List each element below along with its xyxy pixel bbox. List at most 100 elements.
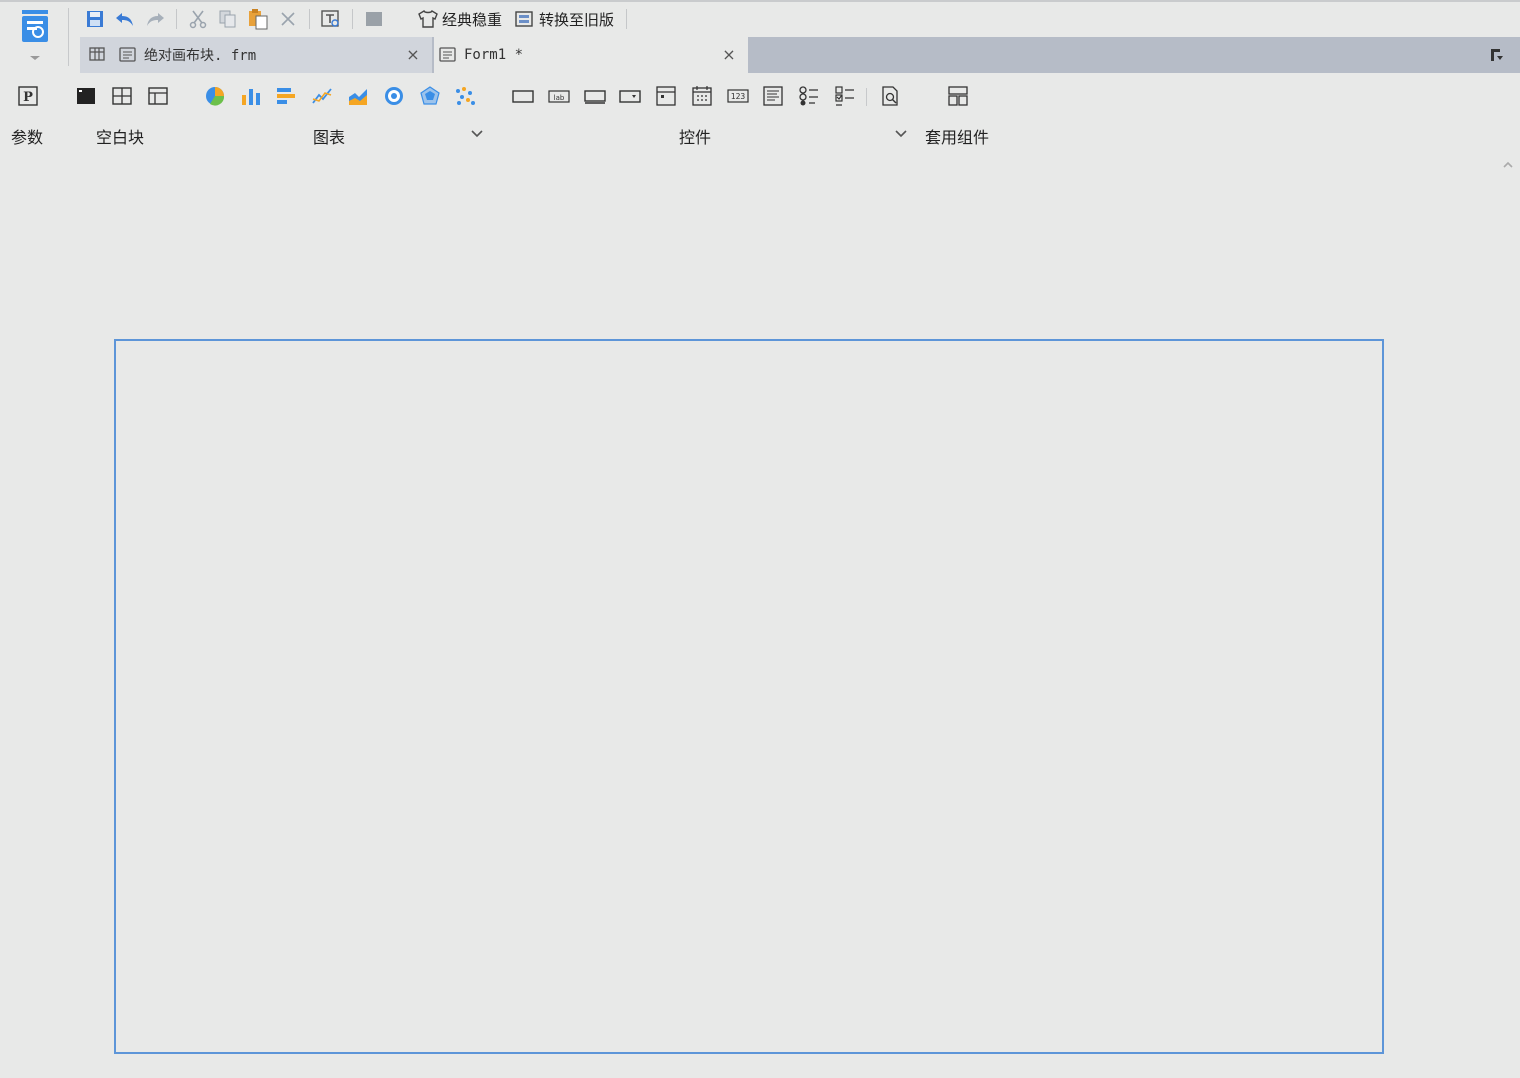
text-search-icon	[321, 10, 339, 27]
svg-text:lab: lab	[554, 94, 565, 102]
close-tab-button[interactable]: ×	[404, 45, 422, 64]
tab-list-icon	[1491, 49, 1503, 61]
radio-group-widget-button[interactable]	[797, 84, 821, 108]
checkbox-group-icon	[835, 86, 854, 106]
grid-add-icon	[88, 46, 108, 64]
tab-list-button[interactable]	[1488, 46, 1506, 68]
form-file-icon	[438, 46, 458, 64]
label-icon: lab	[548, 90, 570, 103]
textarea-widget-button[interactable]	[761, 84, 785, 108]
bar-chart-icon	[242, 89, 260, 105]
quick-toolbar: 经典稳重 转换至旧版	[80, 6, 633, 32]
radar-chart-icon	[420, 86, 440, 105]
tab-form1[interactable]: Form1 * ×	[434, 37, 748, 73]
listbox-widget-button[interactable]	[654, 84, 678, 108]
listbox-icon	[656, 86, 676, 106]
search-query-widget-button[interactable]	[878, 84, 902, 108]
button-widget-icon	[584, 90, 606, 104]
gauge-chart-icon	[385, 87, 403, 105]
button-widget-button[interactable]	[583, 84, 607, 108]
paste-icon	[249, 9, 268, 30]
delete-icon	[281, 12, 295, 26]
gauge-chart-button[interactable]	[382, 84, 406, 108]
checkbox-group-widget-button[interactable]	[833, 84, 857, 108]
scatter-chart-button[interactable]	[453, 84, 477, 108]
textbox-widget-button[interactable]	[511, 84, 535, 108]
copy-button[interactable]	[213, 6, 243, 32]
pie-chart-icon	[206, 87, 225, 106]
blank-block-dark-button[interactable]	[74, 84, 98, 108]
save-icon	[87, 11, 103, 27]
form-file-icon	[118, 46, 138, 64]
horizontal-bar-chart-button[interactable]	[274, 84, 298, 108]
collapse-ribbon-button[interactable]	[1502, 156, 1514, 168]
calendar-icon	[692, 86, 712, 106]
save-button[interactable]	[80, 6, 110, 32]
ribbon-divider	[866, 88, 867, 106]
theme-button[interactable]: 经典稳重	[411, 6, 508, 32]
group-label-template-component: 套用组件	[925, 128, 990, 147]
parameter-icon: P	[18, 86, 38, 106]
area-chart-icon	[349, 89, 367, 105]
toolbar-separator	[176, 9, 177, 29]
scatter-chart-icon	[456, 87, 475, 105]
area-chart-button[interactable]	[346, 84, 370, 108]
theme-label: 经典稳重	[442, 10, 503, 29]
date-widget-button[interactable]	[690, 84, 714, 108]
pie-chart-button[interactable]	[203, 84, 227, 108]
app-logo-icon	[22, 10, 48, 60]
shirt-icon	[418, 10, 438, 28]
delete-button[interactable]	[273, 6, 303, 32]
template-component-button[interactable]	[946, 84, 970, 108]
label-widget-button[interactable]: lab	[547, 84, 571, 108]
preview-button[interactable]	[359, 6, 389, 32]
close-tab-button[interactable]: ×	[720, 45, 738, 64]
chart-group-expand-button[interactable]	[470, 126, 484, 140]
textbox-icon	[512, 90, 534, 103]
group-label-chart: 图表	[313, 128, 346, 147]
toolbar-separator	[626, 9, 628, 29]
cut-button[interactable]	[183, 6, 213, 32]
toolbar-separator	[309, 9, 310, 29]
svg-text:P: P	[23, 90, 33, 105]
tab-layout-button[interactable]	[110, 84, 134, 108]
toolbar-separator	[352, 9, 353, 29]
chevron-down-icon	[895, 130, 907, 138]
undo-icon	[116, 13, 133, 26]
widget-group-expand-button[interactable]	[894, 126, 908, 140]
horizontal-bar-icon	[277, 88, 295, 104]
document-tab-bar: 绝对画布块. frm × Form1 * ×	[80, 37, 1520, 73]
radar-chart-button[interactable]	[418, 84, 442, 108]
bar-chart-button[interactable]	[239, 84, 263, 108]
group-label-params: 参数	[11, 128, 44, 147]
number-widget-button[interactable]: 123	[726, 84, 750, 108]
switch-version-button[interactable]: 转换至旧版	[508, 6, 620, 32]
redo-icon	[147, 13, 164, 26]
layout-split-icon	[112, 87, 132, 105]
app-menu-button[interactable]	[10, 6, 60, 66]
window-top-line	[0, 0, 1520, 2]
dropdown-widget-button[interactable]	[618, 84, 642, 108]
dropdown-icon	[619, 90, 641, 103]
form-switch-icon	[515, 11, 533, 27]
group-label-widget: 控件	[679, 128, 712, 147]
radio-group-icon	[799, 86, 818, 106]
textarea-icon	[763, 86, 783, 106]
cut-icon	[189, 10, 207, 29]
parameter-panel-button[interactable]: P	[16, 84, 40, 108]
line-chart-button[interactable]	[310, 84, 334, 108]
svg-text:123: 123	[731, 92, 746, 101]
tab-absolute-canvas[interactable]: 绝对画布块. frm ×	[80, 37, 432, 73]
undo-button[interactable]	[110, 6, 140, 32]
app-divider	[68, 8, 69, 66]
redo-button[interactable]	[140, 6, 170, 32]
tab-label: 绝对画布块. frm	[144, 48, 257, 64]
text-tool-button[interactable]	[316, 6, 346, 32]
paste-button[interactable]	[243, 6, 273, 32]
copy-icon	[219, 10, 236, 28]
search-query-icon	[882, 86, 898, 106]
grid-layout-button[interactable]	[146, 84, 170, 108]
number-icon: 123	[727, 89, 749, 103]
chevron-down-icon	[471, 130, 483, 138]
design-canvas[interactable]	[114, 339, 1384, 1054]
